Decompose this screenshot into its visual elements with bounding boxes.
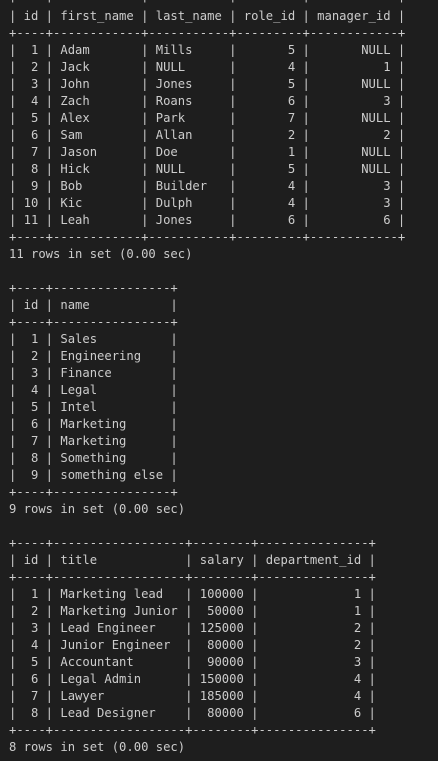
terminal-line: +----+------------+-----------+---------… [9, 230, 406, 244]
terminal-line: | 8 | Lead Designer | 80000 | 6 | [9, 706, 376, 720]
terminal-line: | 1 | Sales | [9, 332, 178, 346]
terminal-line: | 6 | Legal Admin | 150000 | 4 | [9, 672, 376, 686]
terminal-line: +----+------------------+--------+------… [9, 723, 376, 737]
terminal-line: +----+----------------+ [9, 281, 178, 295]
terminal-line: | 3 | Lead Engineer | 125000 | 2 | [9, 621, 376, 635]
terminal-line: | 3 | John | Jones | 5 | NULL | [9, 77, 406, 91]
terminal-line: +----+------------------+--------+------… [9, 536, 376, 550]
terminal-line: | 2 | Marketing Junior | 50000 | 1 | [9, 604, 376, 618]
terminal-line: | id | title | salary | department_id | [9, 553, 376, 567]
terminal-line: | 7 | Jason | Doe | 1 | NULL | [9, 145, 406, 159]
terminal-line: | 1 | Adam | Mills | 5 | NULL | [9, 43, 406, 57]
terminal-line: | 8 | Something | [9, 451, 178, 465]
terminal-line: | 9 | Bob | Builder | 4 | 3 | [9, 179, 406, 193]
terminal-line: 8 rows in set (0.00 sec) [9, 740, 186, 754]
terminal-line: | 7 | Marketing | [9, 434, 178, 448]
terminal-line: | 2 | Jack | NULL | 4 | 1 | [9, 60, 406, 74]
terminal-line: | 1 | Marketing lead | 100000 | 1 | [9, 587, 376, 601]
terminal-line: | 4 | Junior Engineer | 80000 | 2 | [9, 638, 376, 652]
terminal-line: +----+------------+-----------+---------… [9, 26, 406, 40]
terminal-line: | 4 | Legal | [9, 383, 178, 397]
terminal-line: | 4 | Zach | Roans | 6 | 3 | [9, 94, 406, 108]
terminal-line: | 9 | something else | [9, 468, 178, 482]
terminal-line: | 7 | Lawyer | 185000 | 4 | [9, 689, 376, 703]
terminal-line: | 10 | Kic | Dulph | 4 | 3 | [9, 196, 406, 210]
terminal-line: | 3 | Finance | [9, 366, 178, 380]
terminal-line: | 5 | Accountant | 90000 | 3 | [9, 655, 376, 669]
terminal-line: | 6 | Marketing | [9, 417, 178, 431]
terminal-line: | 2 | Engineering | [9, 349, 178, 363]
terminal-line: | id | name | [9, 298, 178, 312]
terminal-line: | 8 | Hick | NULL | 5 | NULL | [9, 162, 406, 176]
terminal-line: 9 rows in set (0.00 sec) [9, 502, 186, 516]
terminal-line: | 5 | Intel | [9, 400, 178, 414]
terminal-line: | 5 | Alex | Park | 7 | NULL | [9, 111, 406, 125]
terminal-output[interactable]: +----+------------+-----------+---------… [9, 0, 438, 761]
terminal-line: | 11 | Leah | Jones | 6 | 6 | [9, 213, 406, 227]
terminal-line: +----+------------+-----------+---------… [9, 0, 438, 8]
terminal-line: 11 rows in set (0.00 sec) [9, 247, 193, 261]
terminal-line: | 6 | Sam | Allan | 2 | 2 | [9, 128, 406, 142]
terminal-line: +----+----------------+ [9, 315, 178, 329]
terminal-line: | id | first_name | last_name | role_id … [9, 9, 406, 23]
terminal-line: +----+----------------+ [9, 485, 178, 499]
terminal-line: +----+------------------+--------+------… [9, 570, 376, 584]
